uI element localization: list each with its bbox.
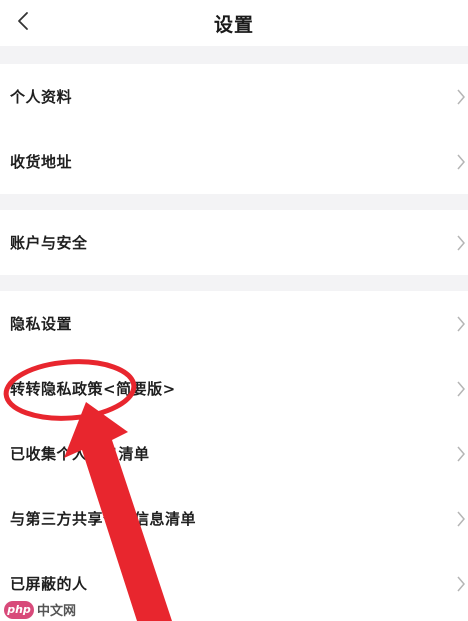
watermark-text: 中文网 — [37, 604, 77, 619]
settings-item-label: 已收集个人信息清单 — [10, 445, 150, 463]
chevron-left-icon — [18, 12, 28, 30]
settings-item-label: 个人资料 — [10, 88, 73, 106]
chevron-right-icon — [457, 235, 465, 250]
chevron-right-icon — [457, 89, 465, 104]
settings-group-privacy: 隐私设置 转转隐私政策<简要版> 已收集个人信息清单 与第三方共享个人信息清单 … — [0, 291, 468, 621]
settings-item-label: 收货地址 — [10, 153, 73, 171]
settings-item-account-security[interactable]: 账户与安全 — [0, 210, 468, 275]
chevron-right-icon — [457, 576, 465, 591]
page-title: 设置 — [213, 13, 254, 36]
chevron-right-icon — [457, 381, 465, 396]
header-bar: 设置 — [0, 0, 468, 46]
settings-item-profile[interactable]: 个人资料 — [0, 64, 468, 129]
settings-item-label: 与第三方共享个人信息清单 — [10, 510, 197, 528]
chevron-right-icon — [457, 511, 465, 526]
watermark: php 中文网 — [4, 600, 76, 619]
settings-item-label: 已屏蔽的人 — [10, 575, 88, 593]
chevron-right-icon — [457, 446, 465, 461]
settings-item-address[interactable]: 收货地址 — [0, 129, 468, 194]
settings-group-profile: 个人资料 收货地址 — [0, 64, 468, 194]
settings-item-label: 转转隐私政策<简要版> — [10, 380, 176, 398]
settings-item-label: 账户与安全 — [10, 234, 88, 252]
settings-item-label: 隐私设置 — [10, 315, 73, 333]
watermark-logo: php — [4, 600, 34, 619]
chevron-right-icon — [457, 316, 465, 331]
settings-item-collected-info[interactable]: 已收集个人信息清单 — [0, 421, 468, 486]
chevron-right-icon — [457, 154, 465, 169]
settings-group-account: 账户与安全 — [0, 210, 468, 275]
back-button[interactable] — [6, 4, 40, 38]
settings-item-privacy-policy[interactable]: 转转隐私政策<简要版> — [0, 356, 468, 421]
settings-item-third-party-info[interactable]: 与第三方共享个人信息清单 — [0, 486, 468, 551]
settings-item-privacy-settings[interactable]: 隐私设置 — [0, 291, 468, 356]
